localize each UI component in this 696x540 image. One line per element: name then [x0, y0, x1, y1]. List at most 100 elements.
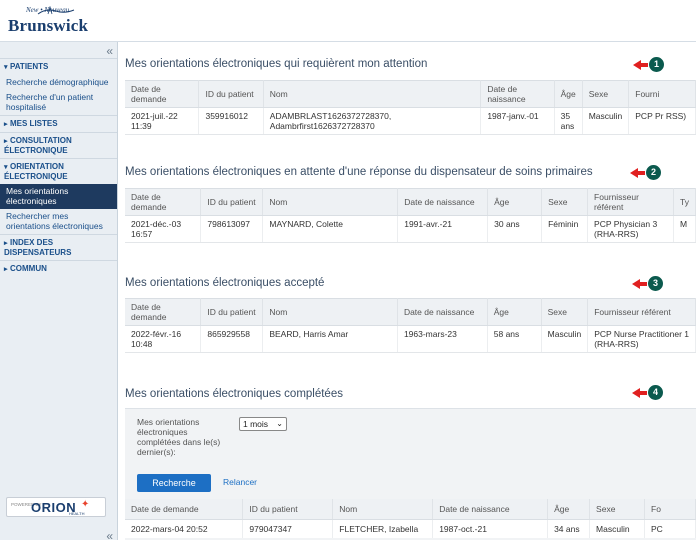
table-attention: Date de demande ID du patient Nom Date d… [125, 80, 696, 135]
main-content: Mes orientations électroniques qui requi… [119, 42, 696, 540]
cell-name: MAYNARD, Colette [262, 215, 399, 243]
table-row[interactable]: 2021-juil.-22 11:39 359916012 ADAMBRLAST… [125, 107, 696, 135]
col-header[interactable]: Fournisseur référent [587, 298, 696, 326]
cell-name: FLETCHER, Izabella [332, 519, 434, 538]
cell-dob: 1987-janv.-01 [480, 107, 555, 135]
cell-provider: PCP Pr RSS) [628, 107, 696, 135]
cell-sex: Masculin [582, 107, 630, 135]
col-header[interactable]: Âge [554, 80, 583, 108]
sidebar-section-patients[interactable]: ▾ PATIENTS [0, 58, 117, 75]
col-header[interactable]: Fo [644, 499, 696, 520]
col-header[interactable]: Date de demande [125, 188, 202, 216]
col-header[interactable]: Âge [487, 298, 542, 326]
table-row[interactable]: 2021-déc.-03 16:57 798613097 MAYNARD, Co… [125, 215, 696, 243]
cell-sex: Masculin [541, 325, 589, 353]
sidebar-section-orientation[interactable]: ▾ ORIENTATION ÉLECTRONIQUE [0, 158, 117, 184]
chevron-down-icon: ⌄ [276, 419, 283, 428]
col-header[interactable]: Date de naissance [397, 188, 489, 216]
callout-marker-3: 3 [632, 276, 666, 292]
callout-marker-2: 2 [630, 165, 664, 181]
cell-patient-id: 798613097 [200, 215, 264, 243]
col-header[interactable]: Fourni [628, 80, 696, 108]
section-title-completees: Mes orientations électroniques complétée… [125, 388, 343, 400]
table-header-row: Date de demande ID du patient Nom Date d… [125, 80, 696, 108]
collapse-sidebar-bottom-icon[interactable]: « [106, 529, 113, 540]
section-title-en-attente: Mes orientations électroniques en attent… [125, 166, 593, 178]
col-header[interactable]: Fournisseur référent [587, 188, 674, 216]
cell-sex: Féminin [541, 215, 589, 243]
col-header[interactable]: Sexe [589, 499, 646, 520]
col-header[interactable]: ID du patient [200, 188, 264, 216]
col-header[interactable]: Nom [262, 188, 399, 216]
period-filter-label: Mes orientations électroniques complétée… [137, 417, 221, 457]
nb-logo[interactable]: New • Nouveau Brunswick [8, 6, 118, 38]
cell-date: 2021-juil.-22 11:39 [125, 107, 200, 135]
col-header[interactable]: Nom [332, 499, 434, 520]
sidebar-section-index-dispensateurs[interactable]: ▸ INDEX DES DISPENSATEURS [0, 234, 117, 260]
cell-provider: PCP Nurse Practitioner 1 (RHA-RRS) [587, 325, 696, 353]
collapse-sidebar-icon[interactable]: « [106, 45, 113, 57]
callout-number: 4 [648, 385, 663, 400]
sidebar-section-mes-listes[interactable]: ▸ MES LISTES [0, 115, 117, 132]
cell-patient-id: 979047347 [242, 519, 334, 538]
col-header[interactable]: Âge [487, 188, 543, 216]
col-header[interactable]: Date de naissance [432, 499, 549, 520]
sidebar-item-recherche-patient-hospitalise[interactable]: Recherche d'un patient hospitalisé [0, 90, 117, 115]
table-en-attente: Date de demande ID du patient Nom Date d… [125, 188, 696, 243]
col-header[interactable]: Sexe [541, 298, 589, 326]
cell-age: 58 ans [487, 325, 542, 353]
health-text: HEALTH [69, 511, 85, 516]
cell-date: 2021-déc.-03 16:57 [125, 215, 202, 243]
cell-dob: 1963-mars-23 [397, 325, 488, 353]
cell-age: 35 ans [554, 107, 583, 135]
completed-filter-panel: Mes orientations électroniques complétée… [125, 408, 696, 540]
cell-date: 2022-mars-04 20:52 [125, 519, 244, 538]
logo-big-text: Brunswick [8, 16, 89, 35]
search-button[interactable]: Recherche [137, 474, 211, 492]
sidebar-section-consultation[interactable]: ▸ CONSULTATION ÉLECTRONIQUE [0, 132, 117, 158]
table-row[interactable]: 2022-mars-04 20:52 979047347 FLETCHER, I… [125, 519, 696, 538]
col-header[interactable]: Date de naissance [397, 298, 488, 326]
col-header[interactable]: Date de demande [125, 80, 200, 108]
callout-number: 2 [646, 165, 661, 180]
cell-dob: 1987-oct.-21 [432, 519, 549, 538]
table-header-row: Date de demande ID du patient Nom Date d… [125, 499, 696, 520]
sidebar: « ▾ PATIENTS Recherche démographique Rech… [0, 42, 118, 540]
sidebar-section-commun[interactable]: ▸ COMMUN [0, 260, 117, 277]
cell-age: 34 ans [547, 519, 591, 538]
reset-link[interactable]: Relancer [223, 477, 257, 487]
col-header[interactable]: ID du patient [200, 298, 264, 326]
top-header: New • Nouveau Brunswick [0, 0, 696, 42]
col-header[interactable]: Date de demande [125, 298, 202, 326]
col-header[interactable]: Âge [547, 499, 591, 520]
star-icon: ✦ [81, 499, 90, 510]
callout-marker-1: 1 [633, 57, 667, 73]
sidebar-item-recherche-demographique[interactable]: Recherche démographique [0, 75, 117, 90]
col-header[interactable]: Sexe [582, 80, 630, 108]
cell-type: M [673, 215, 696, 243]
cell-sex: Masculin [589, 519, 646, 538]
table-header-row: Date de demande ID du patient Nom Date d… [125, 188, 696, 216]
col-header[interactable]: Nom [263, 80, 482, 108]
table-completees: Date de demande ID du patient Nom Date d… [125, 499, 696, 538]
col-header[interactable]: Nom [262, 298, 398, 326]
col-header[interactable]: ID du patient [242, 499, 334, 520]
cell-name: BEARD, Harris Amar [262, 325, 398, 353]
logo-small-text: New • Nouveau [26, 6, 70, 14]
cell-provider: PC [644, 519, 696, 538]
col-header[interactable]: ID du patient [198, 80, 264, 108]
col-header[interactable]: Sexe [541, 188, 589, 216]
col-header[interactable]: Date de naissance [480, 80, 555, 108]
period-select[interactable]: 1 mois ⌄ [239, 417, 287, 431]
cell-provider: PCP Physician 3 (RHA-RRS) [587, 215, 674, 243]
col-header[interactable]: Ty [673, 188, 696, 216]
table-row[interactable]: 2022-févr.-16 10:48 865929558 BEARD, Har… [125, 325, 696, 353]
cell-patient-id: 865929558 [200, 325, 264, 353]
orion-health-logo: POWERED BY ORION HEALTH ✦ [6, 497, 106, 517]
table-header-row: Date de demande ID du patient Nom Date d… [125, 298, 696, 326]
cell-patient-id: 359916012 [198, 107, 264, 135]
sidebar-item-mes-orientations[interactable]: Mes orientations électroniques [0, 184, 117, 209]
col-header[interactable]: Date de demande [125, 499, 244, 520]
cell-name: ADAMBRLAST1626372728370, Adambrfirst1626… [263, 107, 482, 135]
sidebar-item-rechercher-orientations[interactable]: Rechercher mes orientations électronique… [0, 209, 117, 234]
